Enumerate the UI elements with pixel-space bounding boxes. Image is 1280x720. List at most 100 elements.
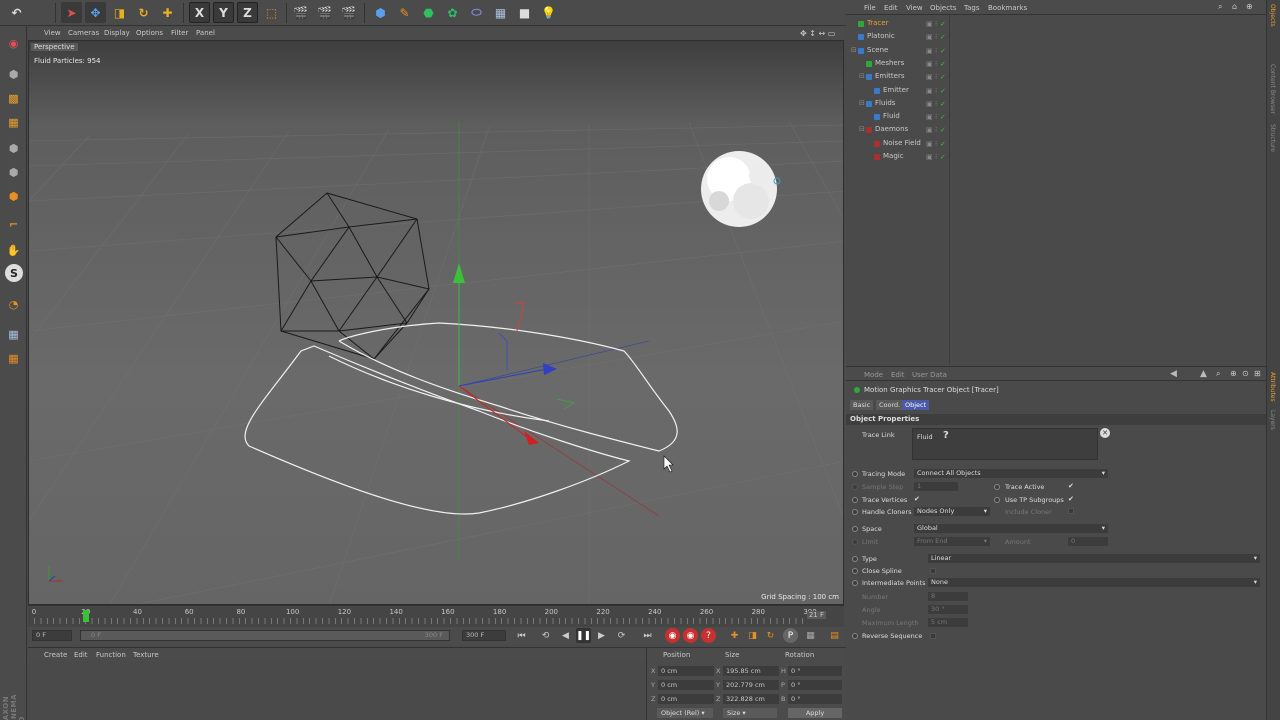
viewport-menu-cameras[interactable]: Cameras [68, 29, 99, 37]
close-spline-anim-dot[interactable] [852, 568, 858, 574]
object-name[interactable]: Daemons [875, 123, 908, 136]
tab-layers[interactable]: Layers [1269, 410, 1276, 430]
object-visibility-flags[interactable]: ▣ ⁝ ✓ [926, 73, 948, 81]
layer-dot-icon[interactable]: ▣ [926, 73, 933, 81]
move-tool-icon[interactable]: ✥ [85, 2, 106, 23]
key-parameter-icon[interactable]: P [783, 628, 798, 643]
layer-dot-icon[interactable]: ▣ [926, 47, 933, 55]
enabled-check-icon[interactable]: ✓ [940, 73, 946, 81]
handle-cloners-anim-dot[interactable] [852, 509, 858, 515]
visibility-dots-icon[interactable]: ⁝ [935, 73, 937, 81]
camera-icon[interactable]: ■ [514, 2, 535, 23]
material-menu-texture[interactable]: Texture [133, 651, 159, 659]
visibility-dots-icon[interactable]: ⁝ [935, 113, 937, 121]
object-row[interactable]: Noise Field ▣ ⁝ ✓ [846, 137, 1266, 150]
light-icon[interactable]: 💡 [538, 2, 559, 23]
object-visibility-flags[interactable]: ▣ ⁝ ✓ [926, 100, 948, 108]
attr-up-icon[interactable]: ▲ [1200, 369, 1207, 379]
tab-coord[interactable]: Coord. [876, 400, 904, 410]
om-filter-icon[interactable]: ⌂ [1232, 2, 1237, 11]
visibility-dots-icon[interactable]: ⁝ [935, 47, 937, 55]
viewport-nav-icon[interactable]: ✥ ↕ ↔ ▭ [800, 29, 835, 38]
x-axis-lock-icon[interactable]: X [189, 2, 210, 23]
rotation-p-field[interactable]: 0 ° [788, 680, 842, 690]
material-area[interactable] [28, 661, 646, 720]
object-visibility-flags[interactable]: ▣ ⁝ ✓ [926, 60, 948, 68]
layer-dot-icon[interactable]: ▣ [926, 33, 933, 41]
grid-icon[interactable]: ▦ [3, 348, 24, 369]
om-menu-view[interactable]: View [906, 4, 923, 12]
help-question-icon[interactable]: ? [943, 430, 949, 441]
handle-cloners-dropdown[interactable]: Nodes Only ▾ [914, 507, 990, 516]
magnet-icon[interactable]: ◔ [3, 294, 24, 315]
object-row[interactable]: Meshers ▣ ⁝ ✓ [846, 57, 1266, 70]
viewport-menu-options[interactable]: Options [136, 29, 163, 37]
render-view-icon[interactable]: 🎬 [290, 2, 311, 23]
object-row[interactable]: ⊟ Fluids ▣ ⁝ ✓ [846, 97, 1266, 110]
object-row[interactable]: Fluid ▣ ⁝ ✓ [846, 110, 1266, 123]
key-pla-icon[interactable]: ▦ [803, 628, 818, 643]
intermediate-points-anim-dot[interactable] [852, 580, 858, 586]
object-name[interactable]: Fluid [883, 110, 900, 123]
layer-dot-icon[interactable]: ▣ [926, 100, 933, 108]
trace-vertices-checkbox[interactable]: ✔ [914, 495, 920, 503]
make-editable-icon[interactable]: ◉ [3, 33, 24, 54]
layer-dot-icon[interactable]: ▣ [926, 140, 933, 148]
material-menu-edit[interactable]: Edit [74, 651, 88, 659]
om-menu-bookmarks[interactable]: Bookmarks [988, 4, 1027, 12]
om-menu-edit[interactable]: Edit [884, 4, 898, 12]
workplane-icon[interactable]: ▦ [3, 112, 24, 133]
object-row[interactable]: Emitter ▣ ⁝ ✓ [846, 84, 1266, 97]
autokey-icon[interactable]: ◉ [683, 628, 698, 643]
remove-link-icon[interactable]: ✕ [1100, 428, 1110, 438]
object-row[interactable]: ⊟ Emitters ▣ ⁝ ✓ [846, 70, 1266, 83]
attr-back-icon[interactable]: ◀ [1170, 369, 1177, 379]
object-name[interactable]: Noise Field [883, 137, 921, 150]
workplane-lock-icon[interactable]: ▦ [3, 324, 24, 345]
layer-dot-icon[interactable]: ▣ [926, 153, 933, 161]
position-z-field[interactable]: 0 cm [658, 694, 714, 704]
object-visibility-flags[interactable]: ▣ ⁝ ✓ [926, 87, 948, 95]
viewport-menu-view[interactable]: View [44, 29, 61, 37]
visibility-dots-icon[interactable]: ⁝ [935, 20, 937, 28]
visibility-dots-icon[interactable]: ⁝ [935, 100, 937, 108]
pause-icon[interactable]: ❚❚ [576, 628, 591, 643]
layer-dot-icon[interactable]: ▣ [926, 113, 933, 121]
goto-prev-key-icon[interactable]: ⟲ [538, 628, 553, 643]
tab-objects[interactable]: Objects [1269, 4, 1276, 27]
texture-mode-icon[interactable]: ▩ [3, 88, 24, 109]
tracing-mode-dropdown[interactable]: Connect All Objects ▾ [914, 469, 1108, 478]
layer-dot-icon[interactable]: ▣ [926, 87, 933, 95]
step-back-icon[interactable]: ◀ [558, 628, 573, 643]
om-menu-objects[interactable]: Objects [930, 4, 956, 12]
select-pointer-icon[interactable]: ➤ [61, 2, 82, 23]
key-rotation-icon[interactable]: ↻ [763, 628, 778, 643]
end-frame-field[interactable]: 300 F [462, 630, 506, 641]
position-y-field[interactable]: 0 cm [658, 680, 714, 690]
object-name[interactable]: Meshers [875, 57, 904, 70]
attr-menu-mode[interactable]: Mode [864, 371, 883, 379]
object-row[interactable]: ⊟ Scene ▣ ⁝ ✓ [846, 44, 1266, 57]
trace-link-item[interactable]: Fluid [917, 433, 933, 441]
record-keyframe-icon[interactable]: ◉ [665, 628, 680, 643]
viewport-menu-panel[interactable]: Panel [196, 29, 215, 37]
coords-size-dropdown[interactable]: Size ▾ [723, 708, 777, 718]
floor-scene-icon[interactable]: ▦ [490, 2, 511, 23]
position-x-field[interactable]: 0 cm [658, 666, 714, 676]
viewport-menu-display[interactable]: Display [104, 29, 130, 37]
render-settings-icon[interactable]: 🎬 [338, 2, 359, 23]
om-search-icon[interactable]: ⌕ [1218, 2, 1222, 12]
tab-attributes[interactable]: Attributes [1269, 372, 1276, 402]
tree-fold-icon[interactable]: ⊟ [859, 70, 865, 83]
object-visibility-flags[interactable]: ▣ ⁝ ✓ [926, 47, 948, 55]
limit-dropdown[interactable]: From End ▾ [914, 537, 990, 546]
close-spline-checkbox[interactable] [930, 568, 936, 574]
tree-fold-icon[interactable]: ⊟ [851, 44, 857, 57]
space-anim-dot[interactable] [852, 526, 858, 532]
object-name[interactable]: Emitters [875, 70, 905, 83]
sample-step-field[interactable]: 1 [914, 482, 958, 491]
trace-vertices-anim-dot[interactable] [852, 497, 858, 503]
layer-dot-icon[interactable]: ▣ [926, 20, 933, 28]
visibility-dots-icon[interactable]: ⁝ [935, 153, 937, 161]
rotation-h-field[interactable]: 0 ° [788, 666, 842, 676]
